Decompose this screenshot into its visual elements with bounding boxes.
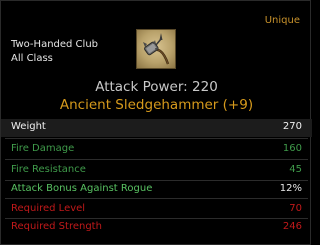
stat-row-attack-bonus-rogue: Attack Bonus Against Rogue 12% <box>1 181 312 199</box>
weight-label: Weight <box>11 121 46 132</box>
stat-value: 160 <box>282 143 302 154</box>
class-requirement: All Class <box>11 53 53 64</box>
stat-label: Fire Damage <box>11 143 75 154</box>
divider <box>5 138 308 139</box>
divider <box>5 198 308 199</box>
weight-row: Weight 270 <box>1 119 312 137</box>
weapon-type: Two-Handed Club <box>11 39 99 50</box>
item-rarity: Unique <box>264 15 300 26</box>
attack-power: Attack Power: 220 <box>95 79 218 95</box>
stat-label: Required Strength <box>11 221 102 232</box>
stat-row-required-level: Required Level 70 <box>1 201 312 219</box>
stat-value: 246 <box>282 221 302 232</box>
item-tooltip: Unique Two-Handed Club All Class Attack … <box>0 0 312 245</box>
stat-value: 70 <box>289 203 302 214</box>
stat-row-fire-resistance: Fire Resistance 45 <box>1 162 312 180</box>
weight-value: 270 <box>282 121 302 132</box>
divider <box>5 159 308 160</box>
stat-label: Required Level <box>11 203 86 214</box>
stat-value: 45 <box>289 164 302 175</box>
stat-row-required-strength: Required Strength 246 <box>1 219 312 237</box>
stat-label: Attack Bonus Against Rogue <box>11 183 153 194</box>
stat-label: Fire Resistance <box>11 164 86 175</box>
sledgehammer-icon <box>136 29 176 69</box>
item-name: Ancient Sledgehammer (+9) <box>59 97 254 113</box>
stat-row-fire-damage: Fire Damage 160 <box>1 141 312 159</box>
stat-value: 12% <box>279 183 302 194</box>
